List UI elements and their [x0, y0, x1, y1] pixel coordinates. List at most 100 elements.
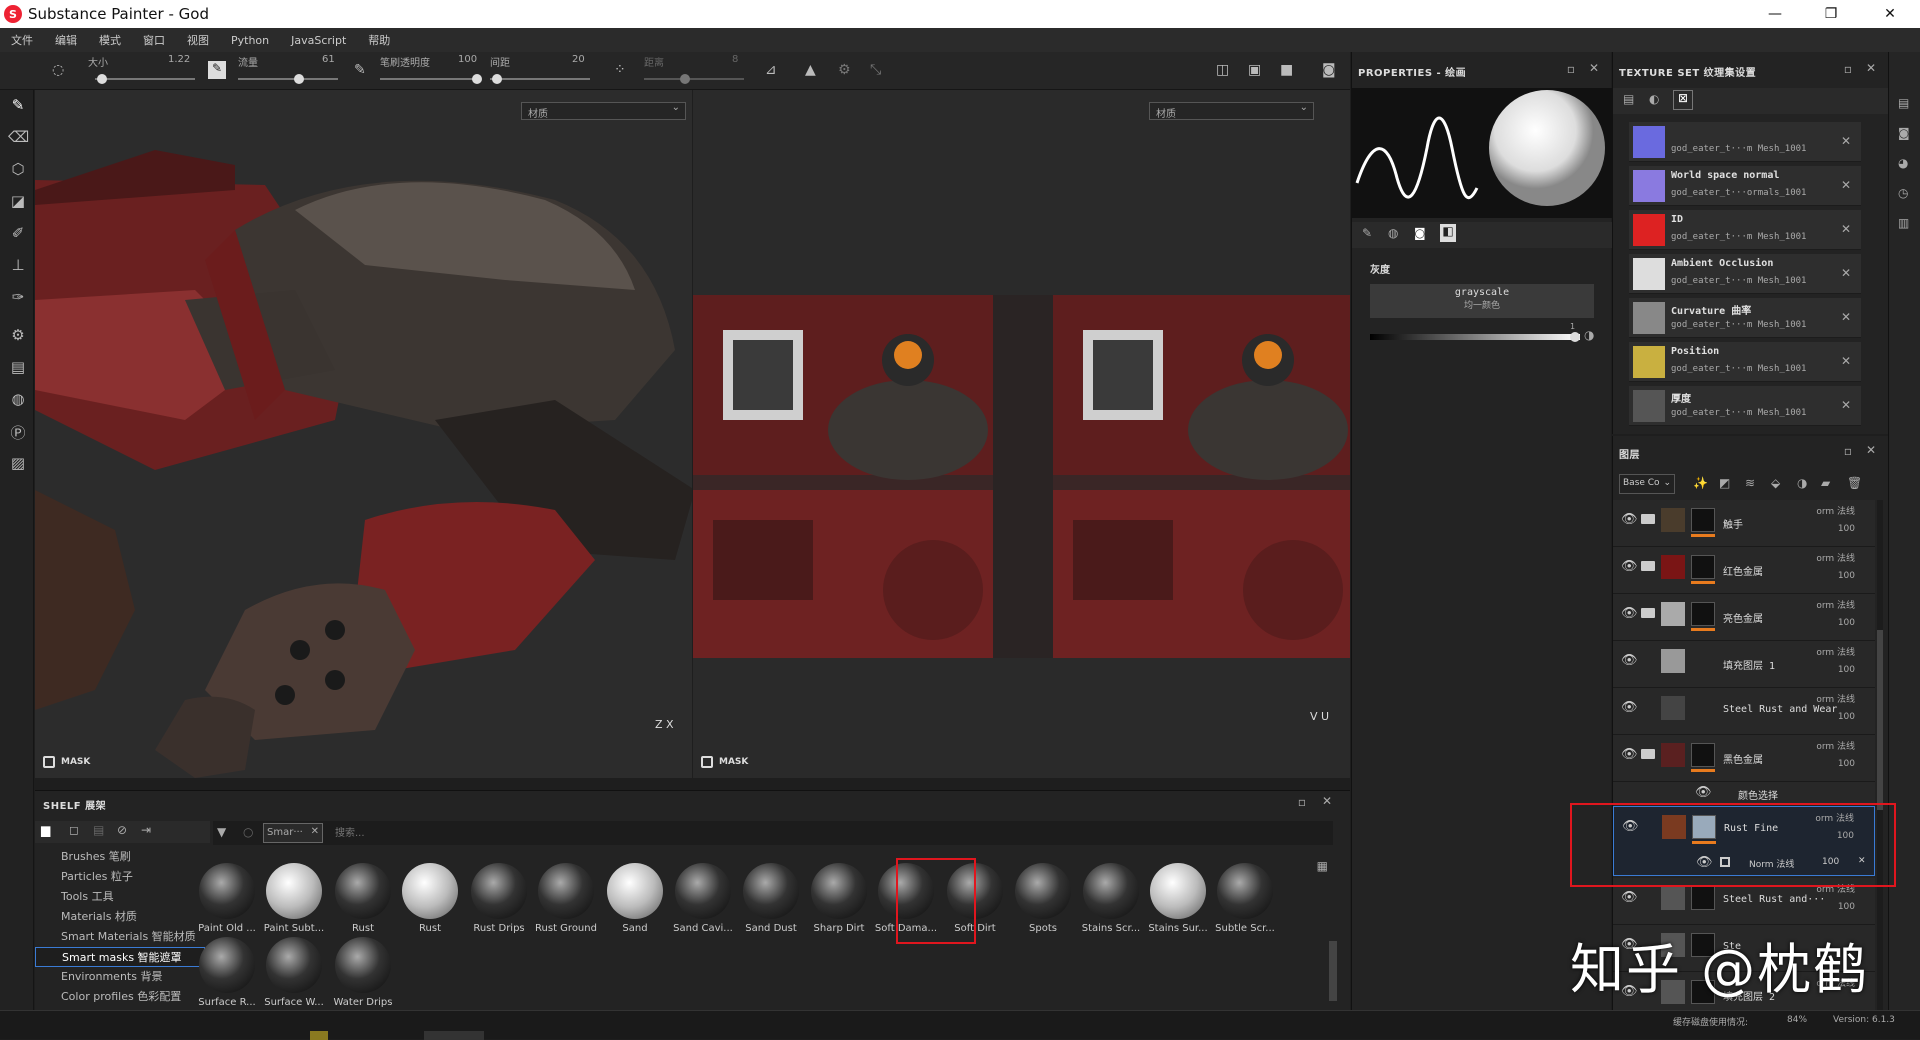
shelf-category-environments[interactable]: Environments 背景 [35, 967, 205, 987]
shelf-item[interactable]: Rust [397, 863, 463, 934]
remove-map-icon[interactable]: ✕ [1841, 178, 1851, 192]
tab-alpha-icon[interactable]: ◍ [1388, 226, 1398, 240]
viewport-3d-channel-dropdown[interactable]: 材质 [521, 102, 686, 120]
layer-opacity[interactable]: 100 [1838, 571, 1855, 581]
new-folder-icon[interactable]: ◻ [69, 823, 79, 837]
history-icon[interactable]: ◷ [1898, 186, 1908, 200]
layers-float-icon[interactable]: ▫ [1844, 444, 1852, 458]
layer-blend-mode[interactable]: orm 法线 [1816, 739, 1855, 752]
brush-shape-icon[interactable]: ◌ [52, 62, 64, 78]
paint-brush-icon[interactable]: ✎ [8, 96, 28, 116]
menu-view[interactable]: 视图 [176, 32, 220, 48]
color-picker-icon[interactable]: ◑ [1584, 328, 1594, 342]
filter-tag-chip[interactable]: Smar··· ✕ [263, 823, 323, 843]
layer-blend-mode[interactable]: orm 法线 [1816, 504, 1855, 517]
shelf-item[interactable]: Paint Subt... [261, 863, 327, 934]
texture-set-close-icon[interactable]: ✕ [1866, 61, 1876, 75]
baked-map-item[interactable]: god_eater_t···m Mesh_1001 ✕ [1629, 122, 1861, 162]
shelf-search-input[interactable] [331, 823, 1321, 843]
bake-icon[interactable]: ▤ [8, 358, 28, 378]
layer-row[interactable]: 👁 红色金属 orm 法线 100 [1613, 547, 1875, 594]
smudge-icon[interactable]: ✐ [8, 224, 28, 244]
layer-mask-thumbnail[interactable] [1691, 602, 1715, 626]
close-window-button[interactable]: ✕ [1865, 2, 1915, 26]
flow-value[interactable]: 61 [322, 54, 335, 65]
shelf-close-icon[interactable]: ✕ [1322, 794, 1332, 808]
lazy-mouse-icon[interactable]: ⊿ [765, 62, 777, 78]
layer-opacity[interactable]: 100 [1838, 902, 1855, 912]
viewport-3d[interactable]: 材质 Z X MASK [35, 90, 692, 778]
layer-row[interactable]: 👁 黑色金属 orm 法线 100 [1613, 735, 1875, 782]
shelf-category-color-profiles[interactable]: Color profiles 色彩配置 [35, 987, 205, 1007]
visibility-eye-icon[interactable]: 👁 [1621, 559, 1638, 574]
menu-help[interactable]: 帮助 [357, 32, 401, 48]
refresh-icon[interactable]: ○ [243, 825, 253, 839]
flow-pen-icon[interactable]: ✎ [208, 61, 226, 79]
flow-slider[interactable] [238, 74, 338, 84]
settings-gear-icon[interactable]: ⚙ [8, 326, 28, 346]
camera-video-icon[interactable]: ■ [1280, 62, 1293, 78]
tab-texture-list-icon[interactable]: ▤ [1623, 92, 1634, 106]
tab-brush-icon[interactable]: ✎ [1362, 226, 1372, 240]
properties-close-icon[interactable]: ✕ [1589, 61, 1599, 75]
shelf-category-smart-materials[interactable]: Smart Materials 智能材质 [35, 927, 205, 947]
layer-blend-mode[interactable]: orm 法线 [1816, 692, 1855, 705]
cube-view-icon[interactable]: ▣ [1248, 62, 1261, 78]
layers-panel-icon[interactable]: ▤ [1898, 96, 1909, 110]
photoshop-export-icon[interactable]: Ⓟ [8, 422, 28, 442]
shelf-item[interactable]: Paint Old ... [194, 863, 260, 934]
remove-filter-icon[interactable]: ✕ [311, 826, 319, 837]
visibility-eye-icon[interactable]: 👁 [1621, 747, 1638, 762]
shelf-item[interactable]: Rust [330, 863, 396, 934]
layer-mask-thumbnail[interactable] [1691, 555, 1715, 579]
remove-map-icon[interactable]: ✕ [1841, 222, 1851, 236]
shelf-category-smart-masks[interactable]: Smart masks 智能遮罩 [35, 947, 205, 967]
visibility-eye-icon[interactable]: 👁 [1695, 785, 1712, 800]
opacity-value[interactable]: 100 [458, 54, 477, 65]
log-icon[interactable]: ▥ [1898, 216, 1909, 230]
layer-mask-thumbnail[interactable] [1691, 508, 1715, 532]
size-slider[interactable] [95, 74, 195, 84]
viewport-2d-channel-dropdown[interactable]: 材质 [1149, 102, 1314, 120]
shelf-item[interactable]: Sand [602, 863, 668, 934]
shelf-item[interactable]: Sand Dust [738, 863, 804, 934]
polygon-fill-icon[interactable]: ◪ [8, 192, 28, 212]
clone-stamp-icon[interactable]: ⊥ [8, 256, 28, 276]
opacity-pen-icon[interactable]: ✎ [354, 62, 366, 78]
visibility-eye-icon[interactable]: 👁 [1621, 606, 1638, 621]
split-view-icon[interactable]: ◫ [1216, 62, 1229, 78]
remove-map-icon[interactable]: ✕ [1841, 354, 1851, 368]
shelf-item[interactable]: Surface W... [261, 937, 327, 1008]
layer-opacity[interactable]: 100 [1838, 759, 1855, 769]
baked-map-item[interactable]: Ambient Occlusion god_eater_t···m Mesh_10… [1629, 254, 1861, 294]
remove-map-icon[interactable]: ✕ [1841, 310, 1851, 324]
add-fill-layer-icon[interactable]: ⬙ [1771, 476, 1780, 490]
remove-map-icon[interactable]: ✕ [1841, 398, 1851, 412]
display-settings-icon[interactable]: ◕ [1898, 156, 1908, 170]
menu-edit[interactable]: 编辑 [44, 32, 88, 48]
viewport-3d-mask-toggle[interactable]: MASK [43, 756, 90, 768]
projection-tool-icon[interactable]: ⬡ [8, 160, 28, 180]
layer-row[interactable]: 👁 填充图层 1 orm 法线 100 [1613, 641, 1875, 688]
shelf-item[interactable]: Surface R... [194, 937, 260, 1008]
iray-render-icon[interactable]: ▨ [8, 454, 28, 474]
archive-icon[interactable]: ▤ [93, 823, 104, 837]
tab-material-icon[interactable]: ◧ [1440, 224, 1456, 242]
baked-map-item[interactable]: ID god_eater_t···m Mesh_1001 ✕ [1629, 210, 1861, 250]
folder-icon[interactable]: ▆ [41, 823, 50, 837]
visibility-eye-icon[interactable]: 👁 [1621, 700, 1638, 715]
layers-scrollbar-thumb[interactable] [1877, 630, 1883, 810]
spacing-value[interactable]: 20 [572, 54, 585, 65]
texture-set-panel-icon[interactable]: ◙ [1898, 126, 1910, 140]
layer-opacity[interactable]: 100 [1838, 712, 1855, 722]
remove-map-icon[interactable]: ✕ [1841, 134, 1851, 148]
grayscale-slider[interactable] [1370, 332, 1580, 342]
shelf-category-tools[interactable]: Tools 工具 [35, 887, 205, 907]
add-effect-icon[interactable]: ✨ [1693, 476, 1708, 490]
layer-blend-mode[interactable]: orm 法线 [1816, 551, 1855, 564]
visibility-eye-icon[interactable]: 👁 [1621, 890, 1638, 905]
visibility-eye-icon[interactable]: 👁 [1621, 653, 1638, 668]
filter-icon[interactable]: ▼ [217, 825, 226, 839]
import-icon[interactable]: ⇥ [141, 823, 151, 837]
hide-icon[interactable]: ⊘ [117, 823, 127, 837]
